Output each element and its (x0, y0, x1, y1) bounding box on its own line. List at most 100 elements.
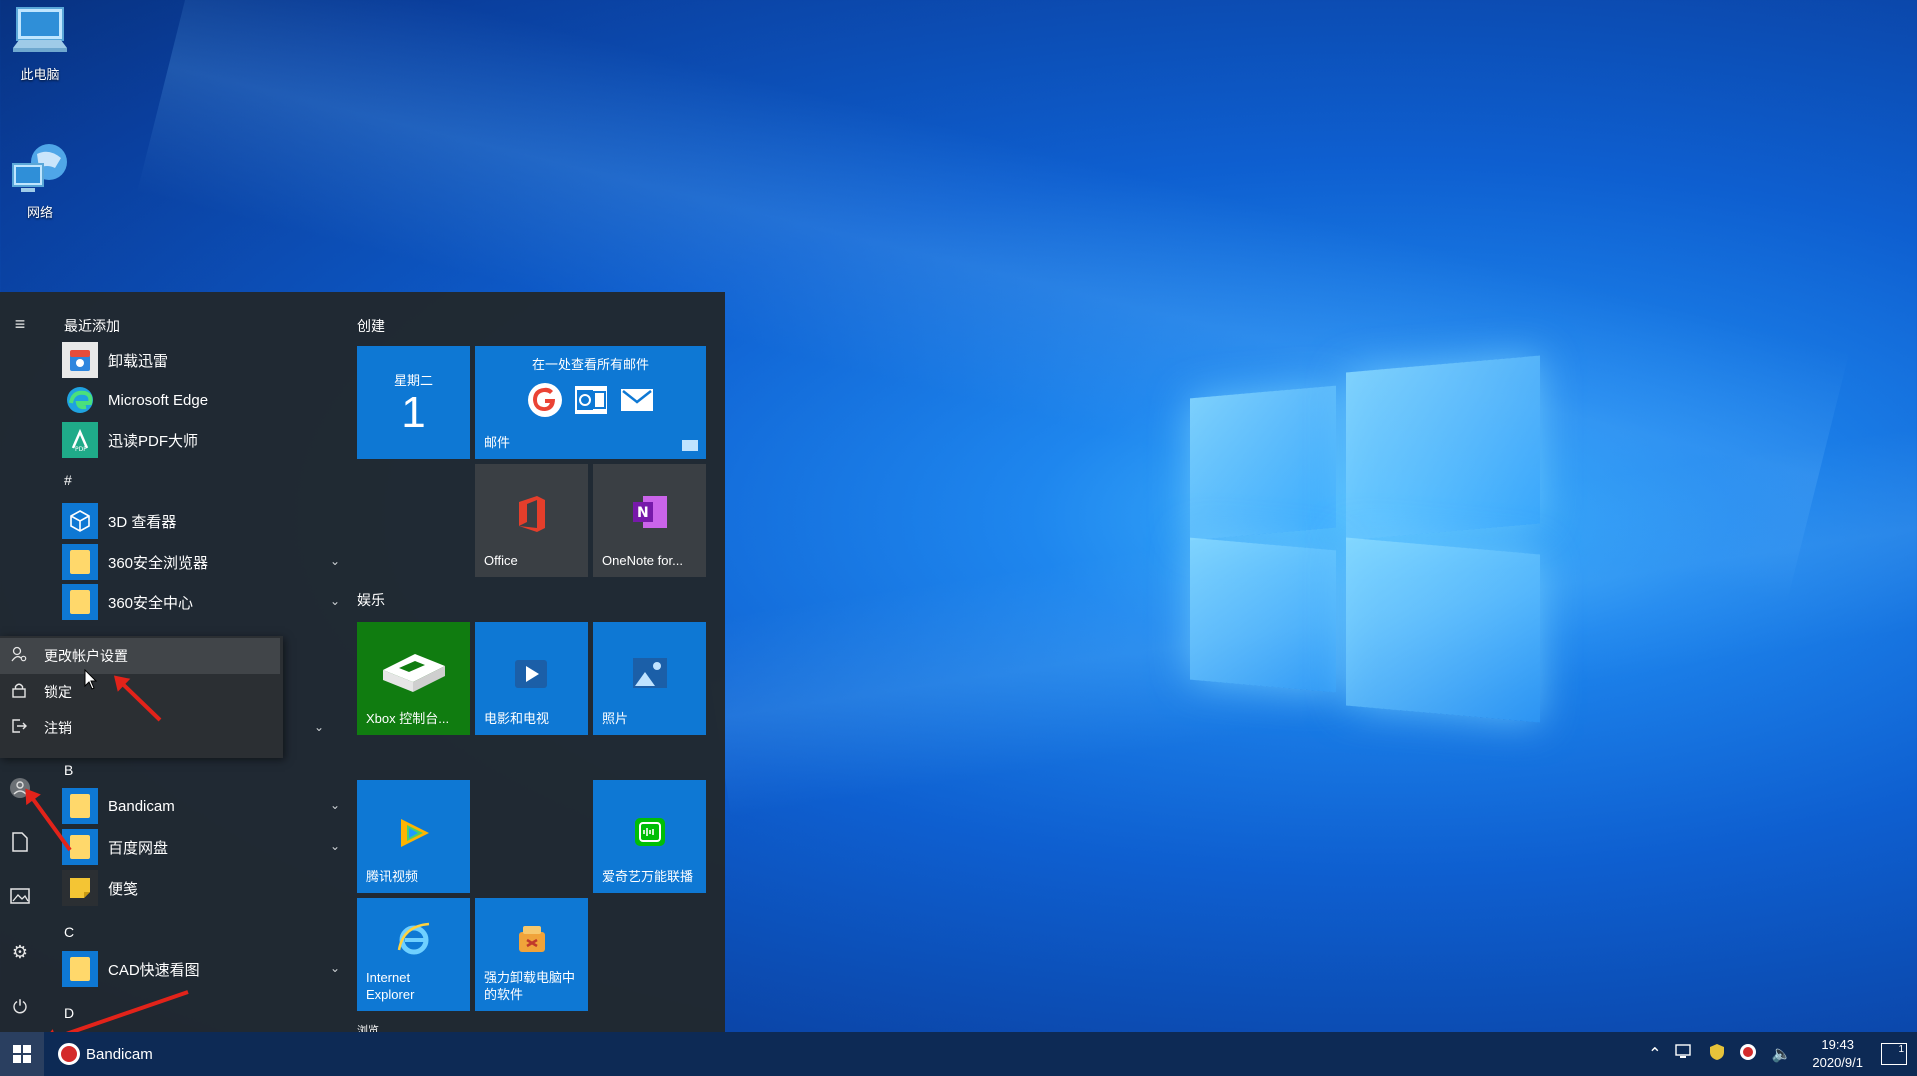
photos-tile[interactable]: 照片 (593, 622, 706, 735)
tile-label: 电影和电视 (484, 711, 550, 726)
iqiyi-cast-icon (635, 818, 665, 846)
xbox-console-icon (383, 654, 445, 692)
app-360-browser[interactable]: 360安全浏览器 ⌄ (62, 542, 342, 582)
network-monitor-icon[interactable] (1675, 1043, 1695, 1065)
uninstall-tool-tile[interactable]: 强力卸载电脑中的软件 (475, 898, 588, 1011)
app-label: 迅读PDF大师 (108, 432, 199, 450)
chevron-down-icon[interactable]: ⌄ (330, 554, 342, 568)
app-label: 卸载迅雷 (108, 352, 169, 370)
sticky-notes-icon (62, 870, 98, 906)
app-label: 360安全中心 (108, 594, 194, 612)
chevron-down-icon[interactable]: ⌄ (330, 961, 342, 975)
clock[interactable]: 19:43 2020/9/1 (1812, 1036, 1863, 1072)
tile-label: 强力卸载电脑中的软件 (484, 970, 576, 1002)
network-icon (9, 142, 71, 198)
group-header-hash: # (64, 472, 72, 488)
record-tray-icon[interactable] (1739, 1043, 1757, 1066)
calendar-date: 1 (401, 388, 426, 437)
pdf-icon: PDF (62, 422, 98, 458)
outlook-icon (575, 386, 607, 414)
this-pc-icon (9, 4, 71, 60)
tile-label: 腾讯视频 (366, 869, 419, 884)
3d-cube-icon (62, 503, 98, 539)
app-sticky-notes[interactable]: 便笺 (62, 868, 342, 908)
sign-out-item[interactable]: 注销 (0, 710, 283, 746)
settings-icon[interactable]: ⚙ (8, 940, 32, 964)
xunlei-icon (62, 342, 98, 378)
movies-tv-icon (515, 660, 547, 688)
pictures-icon[interactable] (8, 886, 32, 910)
notification-center-icon[interactable]: 1 (1881, 1043, 1907, 1065)
office-tile[interactable]: Office (475, 464, 588, 577)
menu-item-label: 注销 (44, 720, 72, 736)
documents-icon[interactable] (8, 832, 32, 856)
volume-icon[interactable]: 🔈 (1771, 1044, 1791, 1064)
app-cad-viewer[interactable]: CAD快速看图 ⌄ (62, 949, 342, 989)
user-account-popup: 更改帐户设置 锁定 注销 (0, 636, 283, 758)
app-label: CAD快速看图 (108, 961, 200, 979)
group-header-c: C (64, 924, 75, 940)
envelope-icon (621, 389, 653, 411)
tile-group-create: 创建 (357, 318, 385, 334)
office-icon (519, 496, 545, 532)
mail-providers (527, 382, 655, 418)
tile-label: Xbox 控制台... (366, 711, 450, 726)
clock-time: 19:43 (1821, 1037, 1854, 1052)
chevron-down-icon[interactable]: ⌄ (314, 720, 324, 734)
person-settings-icon (10, 646, 28, 666)
mouse-cursor (84, 668, 98, 696)
taskbar-app-bandicam[interactable]: Bandicam (58, 1040, 153, 1068)
group-header-recent: 最近添加 (64, 318, 120, 334)
calendar-tile[interactable]: 星期二 1 (357, 346, 470, 459)
desktop-icon-label: 此电脑 (20, 67, 60, 82)
edge-icon (62, 382, 98, 418)
app-microsoft-edge[interactable]: Microsoft Edge (62, 380, 342, 420)
chevron-up-icon[interactable]: ⌃ (1648, 1044, 1661, 1064)
tile-label: Office (484, 553, 518, 568)
chevron-down-icon[interactable]: ⌄ (330, 594, 342, 608)
iqiyi-tile[interactable]: 爱奇艺万能联播 (593, 780, 706, 893)
folder-icon (62, 788, 98, 824)
tile-group-cut-off: 浏览 (357, 1025, 379, 1032)
group-header-d: D (64, 1005, 75, 1021)
tile-area: 创建 星期二 1 在一处查看所有邮件 邮件 Office N OneNote f… (357, 292, 717, 1032)
app-label: Bandicam (108, 797, 175, 815)
internet-explorer-icon (397, 922, 430, 955)
app-label: Microsoft Edge (108, 391, 209, 409)
app-360-center[interactable]: 360安全中心 ⌄ (62, 582, 342, 622)
app-3d-viewer[interactable]: 3D 查看器 (62, 501, 342, 541)
mail-tile-caption: 在一处查看所有邮件 (531, 357, 649, 372)
tile-label: Internet Explorer (366, 970, 415, 1002)
app-baidu-netdisk[interactable]: 百度网盘 ⌄ (62, 827, 342, 867)
mail-badge-icon (682, 440, 698, 451)
folder-icon (62, 951, 98, 987)
xbox-tile[interactable]: Xbox 控制台... (357, 622, 470, 735)
tencent-video-tile[interactable]: 腾讯视频 (357, 780, 470, 893)
uninstall-tool-icon (519, 926, 545, 952)
chevron-down-icon[interactable]: ⌄ (330, 798, 342, 812)
app-xundu-pdf[interactable]: PDF 迅读PDF大师 (62, 420, 342, 460)
app-xunlei-uninstall[interactable]: 卸载迅雷 (62, 340, 342, 380)
system-tray: ⌃ 🔈 19:43 2020/9/1 1 (1641, 1032, 1917, 1076)
internet-explorer-tile[interactable]: Internet Explorer (357, 898, 470, 1011)
svg-text:N: N (637, 505, 649, 521)
app-bandicam[interactable]: Bandicam ⌄ (62, 786, 342, 826)
onenote-tile[interactable]: N OneNote for... (593, 464, 706, 577)
mail-tile[interactable]: 在一处查看所有邮件 邮件 (475, 346, 706, 459)
power-icon[interactable]: ⏻ (8, 995, 32, 1019)
chevron-down-icon[interactable]: ⌄ (330, 839, 342, 853)
movies-tv-tile[interactable]: 电影和电视 (475, 622, 588, 735)
security-shield-icon[interactable] (1709, 1043, 1725, 1066)
tencent-video-icon (401, 819, 429, 847)
start-button[interactable] (0, 1032, 44, 1076)
folder-icon (62, 584, 98, 620)
tile-label: OneNote for... (602, 553, 683, 568)
hamburger-menu-icon[interactable]: ≡ (8, 312, 32, 336)
windows-start-icon (13, 1045, 31, 1063)
desktop-icon-this-pc[interactable]: 此电脑 (0, 4, 80, 83)
taskbar: Bandicam ⌃ 🔈 19:43 2020/9/1 1 (0, 1032, 1917, 1076)
desktop-icon-network[interactable]: 网络 (0, 142, 80, 221)
bandicam-record-icon (58, 1043, 80, 1065)
change-account-settings-item[interactable]: 更改帐户设置 (0, 638, 280, 674)
notification-count: 1 (1898, 1044, 1904, 1055)
